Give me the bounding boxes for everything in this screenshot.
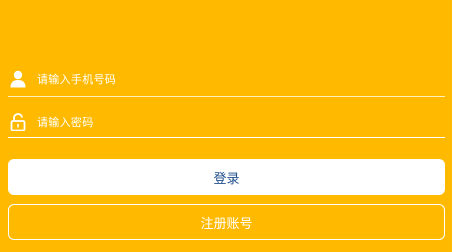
password-field[interactable]: 请输入密码 [8, 99, 445, 138]
unlock-icon [10, 113, 26, 132]
user-icon [10, 70, 26, 88]
password-placeholder: 请输入密码 [37, 116, 94, 129]
phone-placeholder: 请输入手机号码 [37, 73, 117, 86]
register-button[interactable]: 注册账号 [8, 204, 445, 240]
login-button[interactable]: 登录 [8, 159, 445, 195]
phone-field[interactable]: 请输入手机号码 [8, 58, 445, 97]
